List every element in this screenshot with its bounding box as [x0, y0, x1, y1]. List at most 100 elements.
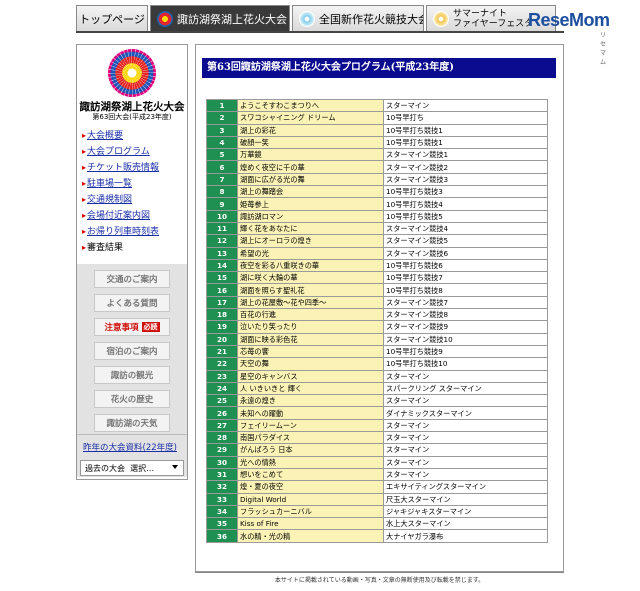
program-number: 2 [206, 111, 238, 125]
program-title: 湖面を照らす聖礼花 [237, 283, 384, 297]
tab-label: 全国新作花火競技大会 [319, 12, 424, 26]
program-type: ダイナミックスターマイン [383, 406, 548, 420]
tab-suwako-fireworks[interactable]: 諏訪湖祭湖上花火大会 [150, 5, 290, 31]
button-label: 花火の歴史 [110, 395, 154, 405]
sidebar-link[interactable]: 会場付近案内図 [87, 208, 150, 224]
program-type: 10号早打ち競技7 [383, 271, 548, 285]
page-title: 第63回諏訪湖祭湖上花火大会プログラム(平成23年度) [202, 58, 556, 78]
program-type: スターマイン [383, 369, 548, 383]
program-type: スパークリング スターマイン [383, 381, 548, 396]
top-tab-bar: トップページ 諏訪湖祭湖上花火大会 全国新作花火競技大会 サマーナイト ファイヤー… [76, 5, 558, 31]
sparkle-icon [433, 10, 449, 27]
previous-year-link[interactable]: 昨年の大会資料(22年度) [83, 441, 177, 453]
program-type: 大ナイヤガラ瀑布 [383, 529, 548, 543]
program-number: 3 [206, 123, 238, 137]
program-type: スターマイン [383, 431, 548, 445]
sidebar-link[interactable]: 駐車場一覧 [87, 176, 132, 192]
program-type: 10号早打ち [383, 111, 548, 125]
table-row: 13 希望の光 スターマイン競技6 [206, 246, 548, 260]
lodging-button[interactable]: 宿泊のご案内 [94, 342, 170, 360]
sidebar-item-venue-map[interactable]: ▸ 会場付近案内図 [82, 208, 186, 224]
program-title: 希望の光 [237, 246, 384, 260]
sidebar-link[interactable]: 大会概要 [87, 128, 123, 144]
program-type: スターマイン [383, 98, 548, 113]
tab-label-line2: ファイヤーフェスタ [453, 18, 534, 29]
program-title: 想いをこめて [237, 467, 384, 482]
program-number: 24 [206, 381, 238, 396]
sidebar-link[interactable]: チケット販売情報 [87, 160, 159, 176]
sidebar-link[interactable]: お帰り列車時刻表 [87, 224, 159, 240]
sidebar-link[interactable]: 交通規制図 [87, 192, 132, 208]
program-type: スターマイン競技4 [383, 221, 548, 236]
table-row: 30 光への情熱 スターマイン [206, 455, 548, 469]
program-title: 湖上の彩花 [237, 123, 384, 137]
table-row: 22 天空の舞 10号早打ち競技10 [206, 357, 548, 371]
table-row: 1 ようこそすわこまつりへ スターマイン [206, 98, 548, 113]
program-number: 7 [206, 172, 238, 187]
program-type: 10号早打ち競技8 [383, 283, 548, 297]
program-type: エキサイティングスターマイン [383, 480, 548, 494]
sightseeing-button[interactable]: 諏訪の観光 [94, 366, 170, 384]
program-number: 14 [206, 258, 238, 273]
program-type: スターマイン競技3 [383, 172, 548, 187]
program-title: 姫苺参上 [237, 197, 384, 211]
program-title: 光への情熱 [237, 455, 384, 469]
program-title: 湖上の舞踏会 [237, 185, 384, 199]
table-row: 23 星空のキャンバス スターマイン [206, 369, 548, 383]
button-label: 諏訪の観光 [110, 371, 154, 381]
arrow-right-icon: ▸ [82, 227, 87, 236]
sidebar-item-traffic[interactable]: ▸ 交通規制図 [82, 192, 186, 208]
weather-button[interactable]: 諏訪湖の天気 [94, 414, 170, 432]
program-number: 16 [206, 283, 238, 297]
table-row: 15 湖に咲く大輪の華 10号早打ち競技7 [206, 271, 548, 285]
table-row: 4 破顔一笑 10号早打ち競技1 [206, 135, 548, 150]
program-type: スターマイン競技5 [383, 234, 548, 248]
table-row: 33 Digital World 尺玉大スターマイン [206, 492, 548, 506]
table-row: 28 南国パラダイス スターマイン [206, 431, 548, 445]
sidebar-item-program[interactable]: ▸ 大会プログラム [82, 144, 186, 160]
footer-divider [195, 572, 564, 573]
program-number: 15 [206, 271, 238, 285]
program-title: 永遠の煌き [237, 394, 384, 408]
sidebar-link[interactable]: 大会プログラム [87, 144, 150, 160]
table-row: 27 フェイリームーン スターマイン [206, 418, 548, 433]
table-row: 14 夜空を彩る八重咲きの華 10号早打ち競技6 [206, 258, 548, 273]
table-row: 20 湖面に映る彩色花 スターマイン競技10 [206, 332, 548, 346]
select-value: 選択… [130, 463, 155, 473]
program-type: ジャキジャキスターマイン [383, 504, 548, 519]
program-title: Digital World [237, 492, 384, 506]
sidebar-item-train-times[interactable]: ▸ お帰り列車時刻表 [82, 224, 186, 240]
program-number: 31 [206, 467, 238, 482]
copyright-notice: 本サイトに掲載されている動画・写真・文章の無断使用及び転載を禁じます。 [274, 577, 485, 584]
sidebar-item-parking[interactable]: ▸ 駐車場一覧 [82, 176, 186, 192]
program-type: 10号早打ち競技4 [383, 197, 548, 211]
program-type: スターマイン [383, 394, 548, 408]
tab-top-page[interactable]: トップページ [76, 5, 148, 31]
program-number: 27 [206, 418, 238, 433]
traffic-guide-button[interactable]: 交通のご案内 [94, 270, 170, 288]
program-number: 20 [206, 332, 238, 346]
arrow-right-icon: ▸ [82, 179, 87, 188]
table-row: 6 煌めく夜空に千の華 スターマイン競技2 [206, 160, 548, 174]
program-number: 21 [206, 344, 238, 359]
program-title: 星空のキャンバス [237, 369, 384, 383]
sidebar-nav: ▸ 大会概要 ▸ 大会プログラム ▸ チケット販売情報 ▸ 駐車場一覧 ▸ 交通規制図 ▸… [82, 128, 186, 256]
history-button[interactable]: 花火の歴史 [94, 390, 170, 408]
program-number: 4 [206, 135, 238, 150]
program-number: 9 [206, 197, 238, 211]
past-events-select[interactable]: 過去の大会 選択… [80, 460, 184, 476]
program-number: 6 [206, 160, 238, 174]
sidebar-item-tickets[interactable]: ▸ チケット販売情報 [82, 160, 186, 176]
sidebar-item-overview[interactable]: ▸ 大会概要 [82, 128, 186, 144]
table-row: 8 湖上の舞踏会 10号早打ち競技3 [206, 185, 548, 199]
main-content: 第63回諏訪湖祭湖上花火大会プログラム(平成23年度) 1 ようこそすわこまつりへ… [195, 44, 564, 572]
program-title: 湖に咲く大輪の華 [237, 271, 384, 285]
sidebar-text: 審査結果 [87, 243, 124, 253]
table-row: 31 想いをこめて スターマイン [206, 467, 548, 482]
tab-shinsaku-competition[interactable]: 全国新作花火競技大会 [292, 5, 424, 31]
table-row: 7 湖面に広がる光の舞 スターマイン競技3 [206, 172, 548, 187]
program-number: 18 [206, 308, 238, 322]
faq-button[interactable]: よくある質問 [94, 294, 170, 312]
arrow-right-icon: ▸ [82, 195, 87, 204]
notices-button[interactable]: 注意事項 必読 [94, 318, 170, 336]
